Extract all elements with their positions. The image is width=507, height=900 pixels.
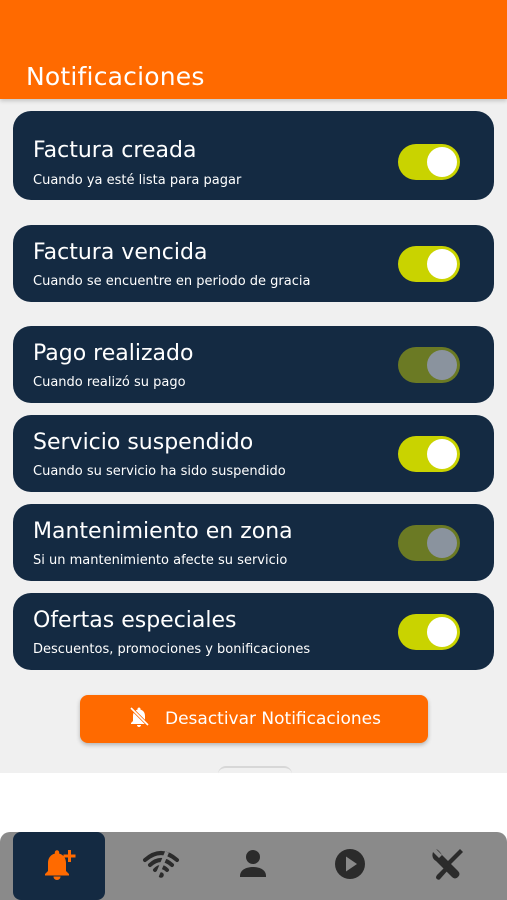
notification-card-servicio-suspendido: Servicio suspendido Cuando su servicio h… (13, 415, 494, 492)
notification-subtitle: Cuando ya esté lista para pagar (33, 173, 242, 188)
play-circle-icon (330, 844, 370, 888)
nav-item-media[interactable] (304, 832, 396, 900)
toggle-switch-mantenimiento-en-zona[interactable] (398, 525, 460, 561)
toggle-knob (427, 528, 457, 558)
notification-subtitle: Si un mantenimiento afecte su servicio (33, 553, 288, 568)
notification-title: Servicio suspendido (33, 430, 254, 455)
notification-title: Factura vencida (33, 240, 208, 265)
nav-item-notifications[interactable] (13, 832, 105, 900)
app-header: Notificaciones (0, 0, 507, 99)
user-icon (233, 844, 273, 888)
nav-item-connection[interactable] (115, 832, 207, 900)
toggle-knob (427, 439, 457, 469)
notification-card-ofertas-especiales: Ofertas especiales Descuentos, promocion… (13, 593, 494, 670)
deactivate-notifications-label: Desactivar Notificaciones (165, 709, 381, 729)
notification-card-factura-creada: Factura creada Cuando ya esté lista para… (13, 111, 494, 200)
bell-off-icon (127, 705, 151, 734)
bottom-navigation (0, 832, 507, 900)
toggle-switch-pago-realizado[interactable] (398, 347, 460, 383)
notification-subtitle: Cuando su servicio ha sido suspendido (33, 464, 286, 479)
nav-item-profile[interactable] (207, 832, 299, 900)
notification-title: Ofertas especiales (33, 608, 237, 633)
toggle-switch-servicio-suspendido[interactable] (398, 436, 460, 472)
notification-title: Mantenimiento en zona (33, 519, 293, 544)
notification-subtitle: Cuando realizó su pago (33, 375, 186, 390)
notification-title: Pago realizado (33, 341, 194, 366)
toggle-knob (427, 249, 457, 279)
toggle-knob (427, 147, 457, 177)
bell-plus-icon (39, 844, 79, 888)
notification-subtitle: Cuando se encuentre en periodo de gracia (33, 274, 311, 289)
toggle-knob (427, 350, 457, 380)
notification-card-pago-realizado: Pago realizado Cuando realizó su pago (13, 326, 494, 403)
page-title: Notificaciones (26, 62, 205, 91)
notification-title: Factura creada (33, 138, 197, 163)
toggle-switch-factura-vencida[interactable] (398, 246, 460, 282)
notification-card-mantenimiento-en-zona: Mantenimiento en zona Si un mantenimient… (13, 504, 494, 581)
notification-card-factura-vencida: Factura vencida Cuando se encuentre en p… (13, 225, 494, 302)
toggle-switch-factura-creada[interactable] (398, 144, 460, 180)
wifi-off-icon (141, 844, 181, 888)
toggle-switch-ofertas-especiales[interactable] (398, 614, 460, 650)
toggle-knob (427, 617, 457, 647)
tools-icon (428, 844, 468, 888)
nav-item-support[interactable] (402, 832, 494, 900)
scroll-indicator (218, 766, 292, 774)
notification-subtitle: Descuentos, promociones y bonificaciones (33, 642, 311, 657)
deactivate-notifications-button[interactable]: Desactivar Notificaciones (80, 695, 428, 743)
